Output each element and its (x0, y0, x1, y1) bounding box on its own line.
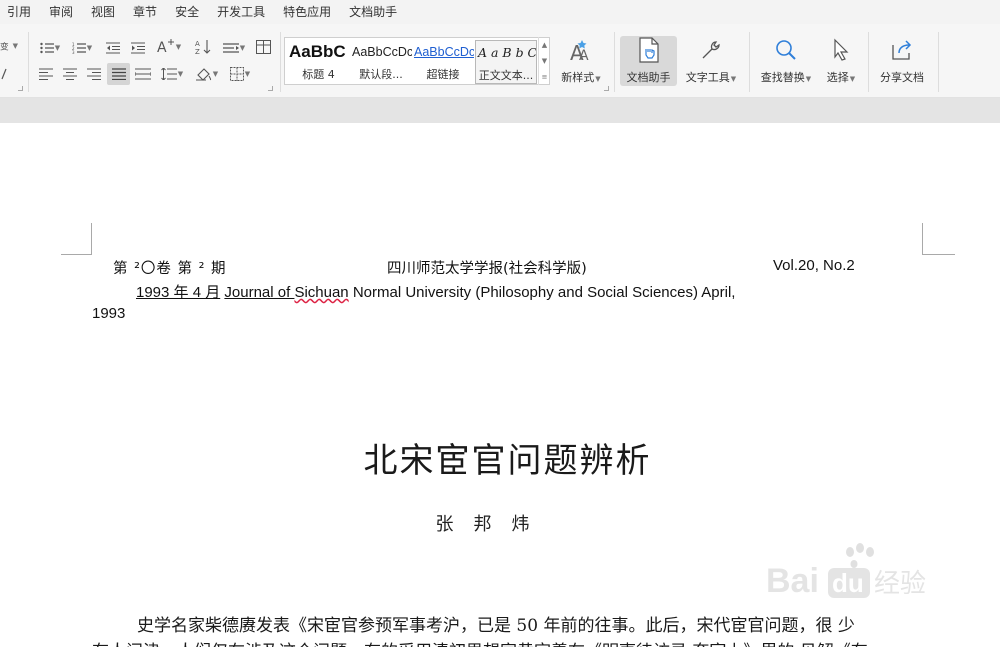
ribbon: 变 ▼ ▼ 1 2 3 ▼ A ▼ AZ ▼ ▼ ▼ ▼ AaBbC 标题 4 … (0, 24, 1000, 98)
menu-bar: 引用 审阅 视图 章节 安全 开发工具 特色应用 文档助手 (0, 0, 1000, 24)
menu-section[interactable]: 章节 (124, 0, 166, 24)
gallery-up-icon[interactable]: ▲ (539, 37, 550, 53)
header-journal-name: 四川师范太学学报(社会科学版) (387, 261, 587, 277)
header-volume: 第 ²〇卷 第 ² 期 (113, 261, 227, 277)
menu-view[interactable]: 视图 (82, 0, 124, 24)
shading-icon[interactable]: ▼ (193, 64, 221, 84)
increase-indent-icon[interactable] (129, 38, 147, 58)
bullet-list-icon[interactable]: ▼ (37, 38, 63, 58)
crop-mark-left-v (91, 223, 92, 254)
article-title: 北宋宦官问题辨析 (363, 441, 652, 481)
share-icon (890, 36, 914, 64)
header-journal-en-a: Journal of (224, 284, 295, 301)
header-vol-no: Vol.20, No.2 (773, 257, 855, 274)
sort-icon[interactable]: AZ (193, 36, 213, 58)
style-hyperlink[interactable]: AaBbCcDc 超链接 (412, 40, 474, 84)
align-left-icon[interactable] (37, 64, 55, 84)
align-center-icon[interactable] (61, 64, 79, 84)
crop-mark-right-v (922, 223, 923, 254)
header-year: 1993 (92, 305, 126, 322)
crop-mark-left-h (61, 254, 92, 255)
decrease-indent-icon[interactable] (104, 38, 122, 58)
header-journal-en-b: Sichuan (294, 284, 349, 301)
menu-references[interactable]: 引用 (0, 0, 40, 24)
menu-doc-assistant[interactable]: 文档助手 (340, 0, 406, 24)
doc-assistant-button[interactable]: 文档助手 (620, 36, 677, 86)
table-insert-icon[interactable] (253, 37, 273, 57)
svg-text:变: 变 (0, 41, 9, 53)
magnifier-icon (774, 36, 798, 64)
share-doc-button[interactable]: 分享文档 (874, 36, 930, 86)
style-gallery-scroll[interactable]: ▲ ▼ ≡ (538, 37, 550, 85)
paragraph-group-launcher[interactable] (268, 86, 273, 91)
header-journal-en-c: Normal University (Philosophy and Social… (348, 284, 736, 301)
align-right-icon[interactable] (85, 64, 103, 84)
line-spacing-icon[interactable]: ▼ (158, 64, 186, 84)
menu-feature-apps[interactable]: 特色应用 (274, 0, 340, 24)
body-paragraph-line2: 有人问津，人们仅在涉及这个问题。有的采用清初思想家黄宗羲在《明夷待访录·奄宦上》… (92, 637, 868, 647)
svg-text:A: A (195, 40, 200, 48)
text-effect-icon[interactable]: A ▼ (155, 36, 183, 58)
svg-text:Z: Z (195, 48, 200, 55)
line-spacing-toggle-icon[interactable]: ▼ (220, 38, 248, 58)
menu-review[interactable]: 审阅 (40, 0, 82, 24)
styles-group-launcher[interactable] (604, 86, 609, 91)
svg-text:3: 3 (72, 50, 75, 54)
style-body-text[interactable]: A a B b C 正文文本... (475, 40, 537, 84)
menu-security[interactable]: 安全 (166, 0, 208, 24)
new-style-button[interactable]: AA 新样式▼ (556, 36, 606, 86)
style-default-paragraph[interactable]: AaBbCcDc 默认段... (350, 40, 412, 84)
body-paragraph-line1: 史学名家柴德赓发表《宋宦官参预军事考沪，已是 50 年前的往事。此后，宋代宦官问… (137, 616, 855, 636)
select-button[interactable]: 选择▼ (822, 36, 860, 86)
watermark-du: du (832, 568, 864, 598)
numbered-list-icon[interactable]: 1 2 3 ▼ (69, 38, 95, 58)
baidu-watermark: Bai du 经验 (766, 540, 946, 604)
font-size-partial-icon[interactable]: 变 ▼ (0, 36, 18, 56)
wrench-icon (699, 36, 723, 64)
distributed-align-icon[interactable] (134, 64, 152, 84)
cursor-arrow-icon (831, 36, 851, 64)
crop-mark-right-h (922, 254, 955, 255)
style-gallery: AaBbC 标题 4 AaBbCcDc 默认段... AaBbCcDc 超链接 … (284, 37, 550, 85)
borders-icon[interactable]: ▼ (226, 64, 254, 84)
justify-icon[interactable] (107, 63, 130, 85)
find-replace-button[interactable]: 查找替换▼ (756, 36, 816, 86)
header-date: 1993 年 4 月 (136, 284, 221, 301)
text-tools-button[interactable]: 文字工具▼ (681, 36, 741, 86)
menu-developer-tools[interactable]: 开发工具 (208, 0, 274, 24)
font-color-partial-icon[interactable] (0, 64, 10, 84)
svg-text:A: A (157, 40, 167, 55)
gallery-down-icon[interactable]: ▼ (539, 53, 550, 69)
svg-text:A: A (579, 48, 589, 62)
article-author: 张邦炜 (435, 514, 550, 535)
font-group-launcher[interactable] (18, 86, 23, 91)
watermark-bai: Bai (766, 562, 819, 600)
header-journal-line: 1993 年 4 月 Journal of Sichuan Normal Uni… (136, 281, 735, 302)
ribbon-document-gap (0, 98, 1000, 123)
style-heading4[interactable]: AaBbC 标题 4 (287, 40, 350, 84)
doc-assistant-icon (638, 36, 660, 64)
gallery-more-icon[interactable]: ≡ (539, 69, 550, 85)
new-style-icon: AA (568, 36, 594, 64)
watermark-jingyan: 经验 (874, 569, 926, 599)
